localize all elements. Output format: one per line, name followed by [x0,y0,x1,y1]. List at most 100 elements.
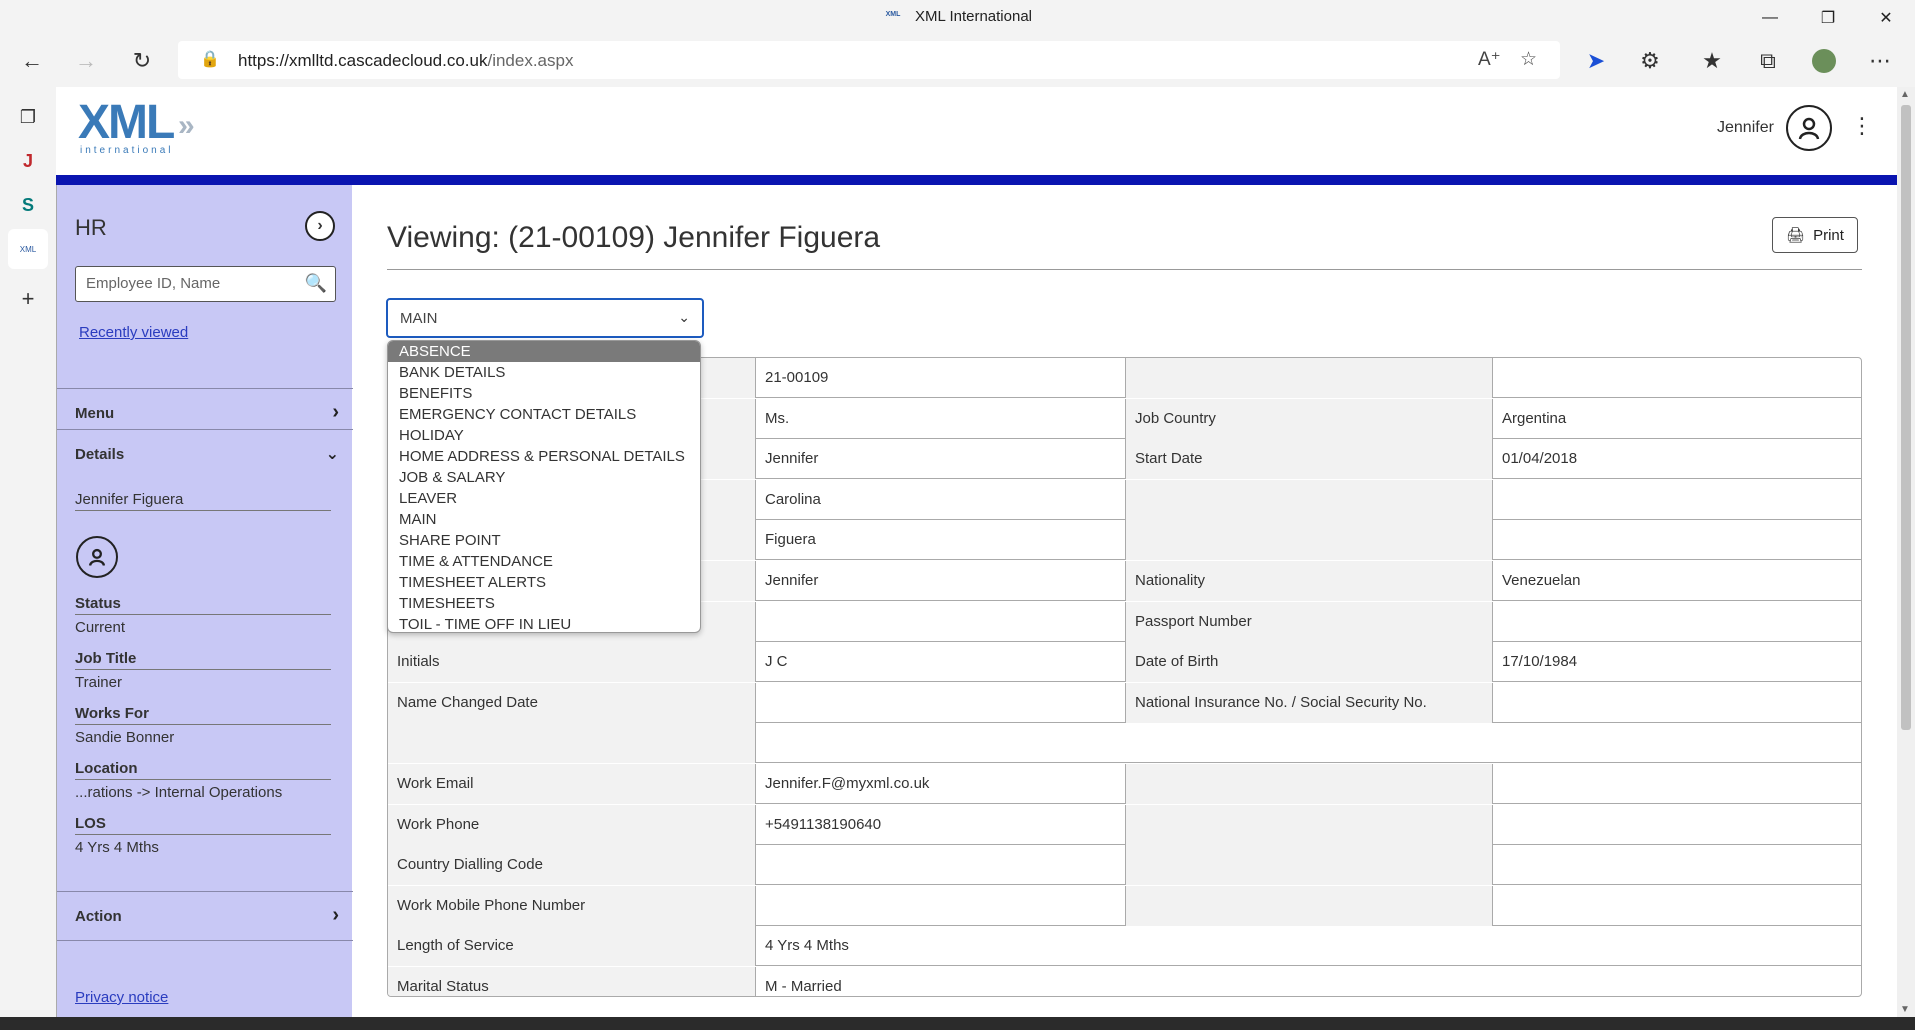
field-value [756,845,1126,886]
person-avatar [76,536,118,578]
lock-icon: 🔒 [200,51,220,68]
extensions-icon[interactable]: ⚙ [1634,45,1666,77]
field-value [756,682,1126,723]
sidebar-details-section[interactable]: Details ⌄ [57,429,353,479]
read-aloud-icon[interactable]: A⁺ [1478,48,1501,71]
tab-jd-icon[interactable]: J [8,141,48,181]
employee-search-input[interactable] [86,275,296,292]
tab-sharepoint-icon[interactable]: S [8,185,48,225]
add-favorite-icon[interactable]: ☆ [1520,48,1537,71]
chevron-right-icon: › [332,401,339,423]
dropdown-option[interactable]: LEAVER [388,488,700,509]
favorites-icon[interactable]: ★ [1696,45,1728,77]
field-value: Venezuelan [1502,572,1581,589]
person-name: Jennifer Figuera [75,491,331,511]
field-value: 4 Yrs 4 Mths [765,937,849,955]
chevron-down-icon: ⌄ [678,309,690,325]
scroll-down-icon[interactable]: ▼ [1900,1004,1910,1015]
field-value: +5491138190640 [756,804,1126,845]
field-label [1126,358,1493,398]
page-scrollbar[interactable]: ▲ ▼ [1897,87,1915,1017]
more-icon[interactable]: ⋯ [1864,45,1896,77]
dropdown-option[interactable]: TOIL - TIME OFF IN LIEU [388,614,700,632]
table-row: Initials J C Date of Birth 17/10/1984 [388,642,1861,683]
dropdown-option[interactable]: BANK DETAILS [388,362,700,383]
user-icon [1798,117,1820,140]
table-row: Country Dialling Code [388,845,1861,886]
url-text[interactable]: https://xmlltd.cascadecloud.co.uk/index.… [238,51,573,71]
print-button[interactable]: 🖨 Print [1772,217,1858,253]
privacy-notice-link[interactable]: Privacy notice [75,989,168,1006]
address-bar[interactable]: 🔒 https://xmlltd.cascadecloud.co.uk/inde… [178,41,1560,79]
logo-subtext: international [80,145,174,156]
sidebar-action-section[interactable]: Action › [57,891,353,941]
window-title-text: XML International [914,8,1032,25]
user-avatar[interactable] [1786,105,1832,151]
tab-xml-icon[interactable]: XML [8,229,48,269]
dropdown-option[interactable]: MAIN [388,509,700,530]
scroll-up-icon[interactable]: ▲ [1900,89,1910,100]
dropdown-option[interactable]: SHARE POINT [388,530,700,551]
field-value [1493,358,1861,398]
view-select[interactable]: MAIN ⌄ [386,298,704,338]
view-select-value: MAIN [400,310,438,327]
dropdown-option[interactable]: BENEFITS [388,383,700,404]
field-value [756,601,1126,642]
field-label: Passport Number [1126,601,1493,642]
forward-icon[interactable]: → [70,45,102,77]
field-label [1126,845,1493,886]
app-header: XML » international Jennifer ⋮ [56,87,1897,175]
sidebar-title: HR [75,215,107,240]
taskbar-strip [0,1017,1915,1030]
restore-button[interactable]: ❐ [1799,0,1857,35]
user-icon [88,548,106,566]
field-value [1493,602,1861,642]
works-for-field: Works For Sandie Bonner [75,705,331,746]
details-label: Details [75,446,125,463]
close-window-button[interactable]: ✕ [1857,0,1915,35]
recently-viewed-link[interactable]: Recently viewed [79,324,188,341]
field-label: Date of Birth [1126,642,1493,683]
title-divider [387,269,1862,270]
field-value [1493,480,1861,520]
field-value: Ms. [756,398,1126,439]
field-value [756,885,1126,926]
browser-titlebar: XML XML International — ❐ ✕ [0,0,1915,35]
table-row: Work Mobile Phone Number [388,885,1861,926]
field-label: Work Email [388,764,756,804]
table-row: Work Phone +5491138190640 [388,804,1861,845]
dropdown-option[interactable]: ABSENCE [388,341,700,362]
kebab-menu-icon[interactable]: ⋮ [1851,113,1873,139]
field-value: 21-00109 [756,358,1126,398]
refresh-icon[interactable]: ↻ [126,45,158,77]
back-icon[interactable]: ← [16,45,48,77]
action-label: Action [75,908,122,925]
xml-logo[interactable]: XML » international [78,99,195,157]
field-label: Marital Status [388,967,756,996]
field-value [1493,886,1861,926]
extension-icon[interactable]: ➤ [1580,45,1612,77]
dropdown-option[interactable]: HOLIDAY [388,425,700,446]
dropdown-option[interactable]: JOB & SALARY [388,467,700,488]
dropdown-option[interactable]: TIME & ATTENDANCE [388,551,700,572]
user-name: Jennifer [1717,119,1774,136]
sidebar-forward-button[interactable]: › [305,211,335,241]
scrollbar-thumb[interactable] [1901,105,1911,730]
dropdown-option[interactable]: TIMESHEET ALERTS [388,572,700,593]
new-tab-icon[interactable]: + [8,279,48,319]
dropdown-option[interactable]: TIMESHEETS [388,593,700,614]
dropdown-option[interactable]: HOME ADDRESS & PERSONAL DETAILS [388,446,700,467]
sidebar: HR › 🔍 Recently viewed Menu › Details ⌄ … [56,185,353,1017]
field-value: J C [756,642,1126,683]
menu-label: Menu [75,405,115,422]
minimize-button[interactable]: — [1741,0,1799,35]
field-value: Jennifer.F@myxml.co.uk [756,764,1126,804]
dropdown-option[interactable]: EMERGENCY CONTACT DETAILS [388,404,700,425]
profile-avatar-icon[interactable] [1808,45,1840,77]
search-icon[interactable]: 🔍 [305,273,327,294]
window-title: XML XML International [0,8,1915,25]
collections-icon[interactable]: ⧉ [1752,45,1784,77]
page-title: Viewing: (21-00109) Jennifer Figuera [387,221,881,254]
field-label [1126,479,1493,520]
tab-actions-icon[interactable]: ❐ [8,97,48,137]
